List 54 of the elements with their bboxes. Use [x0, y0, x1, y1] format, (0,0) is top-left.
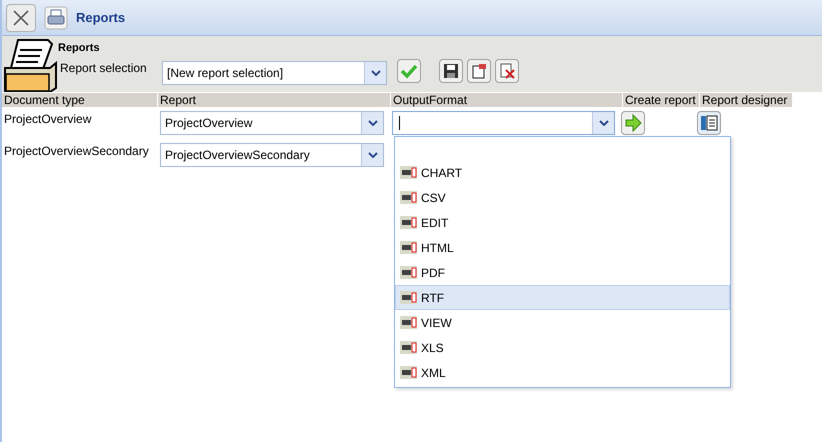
- text-field-icon: [400, 366, 417, 379]
- dropdown-option[interactable]: XML: [395, 360, 730, 385]
- text-field-icon: [400, 316, 417, 329]
- report-selection-label: Report selection: [60, 60, 148, 76]
- text-field-icon: [400, 216, 417, 229]
- table-cell-text: ProjectOverviewSecondary: [3, 143, 150, 160]
- dropdown-button[interactable]: [361, 112, 383, 134]
- save-button[interactable]: [439, 58, 463, 82]
- delete-document-icon: [499, 62, 515, 78]
- dropdown-option[interactable]: HTML: [395, 235, 730, 260]
- dropdown-option[interactable]: RTF: [395, 285, 730, 310]
- column-header: Document type: [2, 93, 157, 107]
- close-icon: [12, 8, 30, 26]
- chevron-down-icon: [598, 120, 608, 126]
- text-cursor: [399, 116, 400, 130]
- text-field-icon: [400, 291, 417, 304]
- text-field-icon: [400, 341, 417, 354]
- chevron-down-icon: [368, 120, 378, 126]
- close-button[interactable]: [6, 4, 36, 32]
- edit-button[interactable]: [467, 58, 491, 82]
- output-format-field[interactable]: [392, 111, 615, 135]
- text-field-icon: [400, 241, 417, 254]
- section-heading: Reports: [58, 41, 101, 56]
- table-cell-text: ProjectOverview: [3, 111, 92, 128]
- delete-button[interactable]: [495, 58, 519, 82]
- report-dropdown[interactable]: ProjectOverviewSecondary: [160, 143, 384, 167]
- column-header: Create report: [623, 93, 699, 107]
- report-selection-dropdown[interactable]: [New report selection]: [162, 60, 387, 84]
- dropdown-button[interactable]: [361, 144, 383, 166]
- create-report-button[interactable]: [621, 111, 645, 135]
- column-header: Report designer: [700, 93, 792, 107]
- dropdown-option[interactable]: XLS: [395, 335, 730, 360]
- chevron-down-icon: [368, 152, 378, 158]
- checkmark-icon: [400, 62, 418, 78]
- report-designer-button[interactable]: [697, 111, 721, 135]
- edit-document-icon: [471, 62, 487, 78]
- arrow-right-icon: [624, 114, 642, 132]
- dropdown-button[interactable]: [592, 112, 614, 134]
- column-header: OutputFormat: [391, 93, 622, 107]
- dropdown-option[interactable]: CHART: [395, 160, 730, 185]
- text-field-icon: [400, 191, 417, 204]
- printer-icon: [44, 6, 68, 30]
- chevron-down-icon: [370, 70, 380, 76]
- dropdown-button[interactable]: [364, 62, 386, 84]
- text-field-icon: [400, 166, 417, 179]
- column-header: Report: [158, 93, 390, 107]
- window-title: Reports: [76, 8, 126, 27]
- dropdown-option[interactable]: CSV: [395, 185, 730, 210]
- report-dropdown[interactable]: ProjectOverview: [160, 111, 384, 135]
- text-field-icon: [400, 266, 417, 279]
- dropdown-option[interactable]: VIEW: [395, 310, 730, 335]
- dropdown-option[interactable]: PDF: [395, 260, 730, 285]
- dropdown-option[interactable]: EDIT: [395, 210, 730, 235]
- designer-icon: [700, 114, 718, 132]
